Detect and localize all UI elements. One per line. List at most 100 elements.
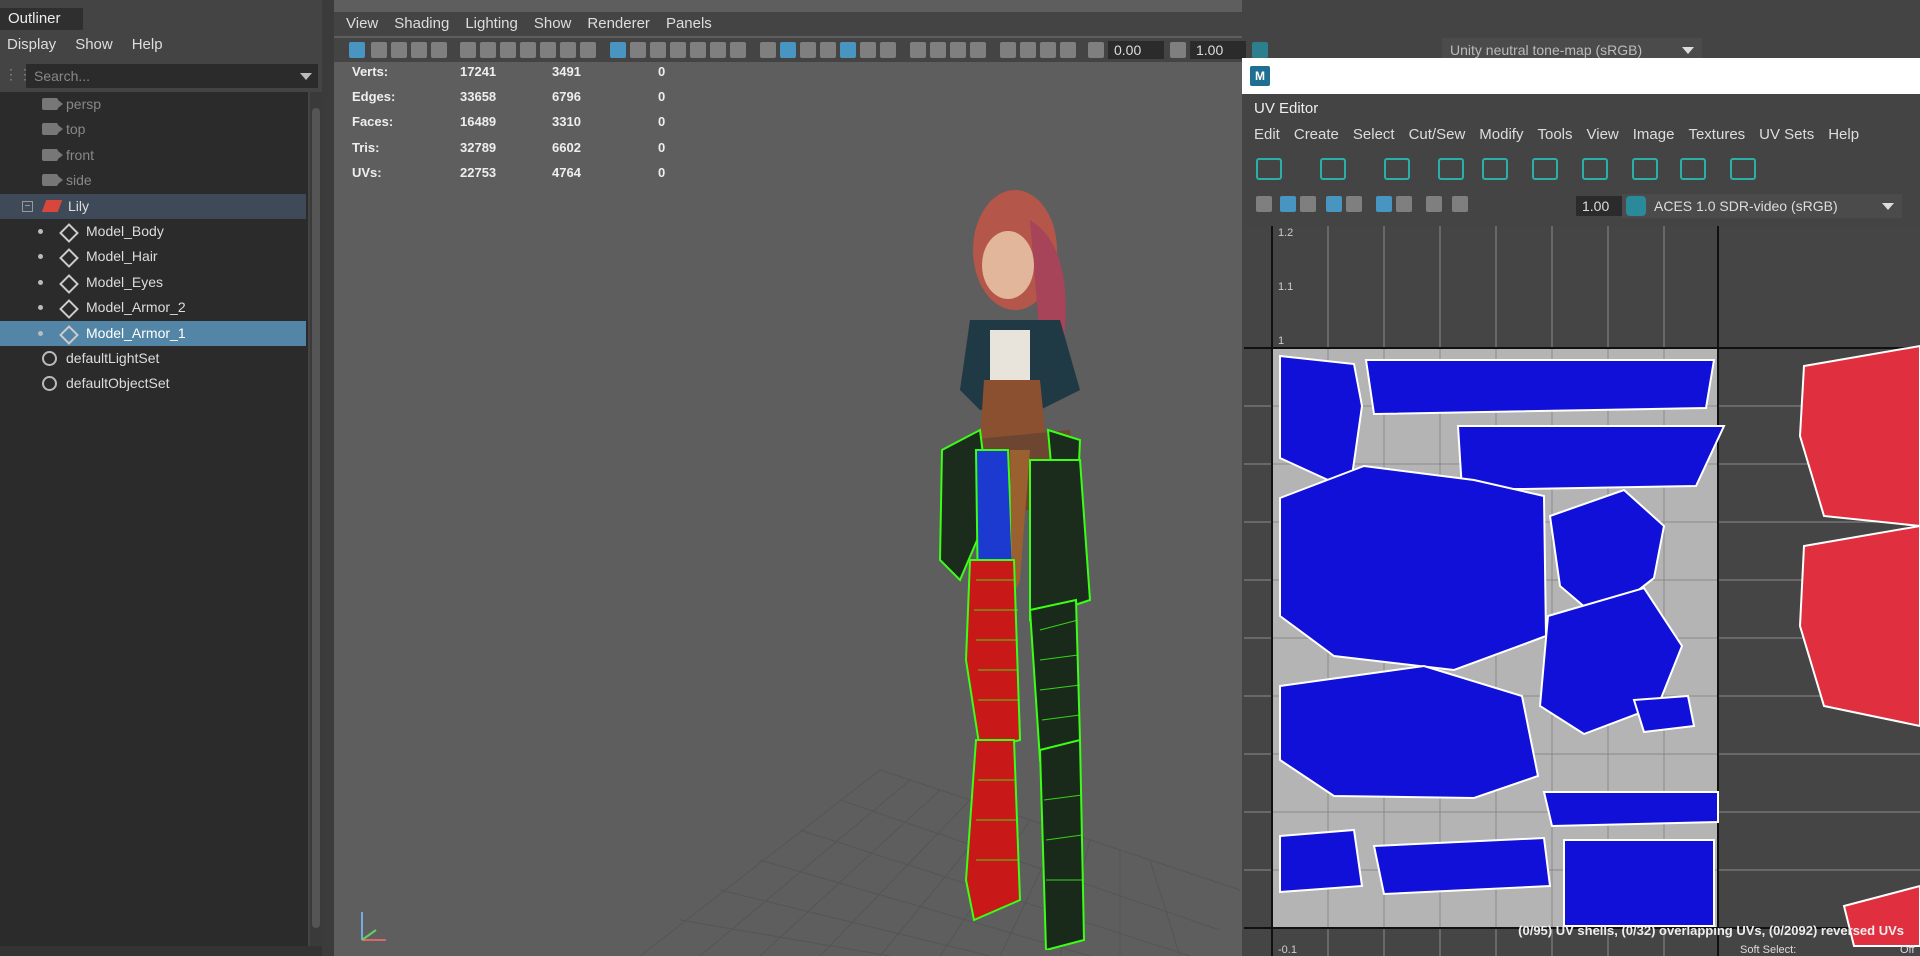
color-management-icon[interactable] [1626,196,1646,216]
uv-shell[interactable] [1279,354,1364,482]
outliner-item-model-armor-2[interactable]: Model_Armor_2 [0,295,306,320]
frame-selection-icon[interactable] [391,42,407,58]
uv-menu-cut-sew[interactable]: Cut/Sew [1409,124,1466,146]
gate-mask-icon[interactable] [670,42,686,58]
gamma-icon[interactable] [1170,42,1186,58]
xray-joints-icon[interactable] [1040,42,1056,58]
outliner-item-defaultlightset[interactable]: defaultLightSet [0,346,306,371]
uv-menu-uv-sets[interactable]: UV Sets [1759,124,1814,146]
uv-menu-view[interactable]: View [1587,124,1619,146]
outliner-tab[interactable]: Outliner [0,8,83,30]
rotate-ccw-icon[interactable] [1438,158,1464,180]
ambient-occlusion-icon[interactable] [910,42,926,58]
uv-menu-create[interactable]: Create [1294,124,1339,146]
outliner-item-model-body[interactable]: Model_Body [0,219,306,244]
menu-shading[interactable]: Shading [394,12,449,36]
layout-icon[interactable] [1532,158,1558,180]
grease-pencil-icon[interactable] [580,42,596,58]
chevron-down-icon[interactable] [300,73,312,80]
outliner-item-model-eyes[interactable]: Model_Eyes [0,270,306,295]
lock-camera-icon[interactable] [480,42,496,58]
film-gate-toggle-icon[interactable] [630,42,646,58]
bookmark-icon[interactable] [411,42,427,58]
uv-shell[interactable] [1372,836,1552,896]
motion-blur-icon[interactable] [930,42,946,58]
uv-editor-titlebar[interactable] [1242,58,1920,94]
uv-menu-tools[interactable]: Tools [1537,124,1572,146]
wireframe-on-shaded-icon[interactable] [820,42,836,58]
image-plane-icon[interactable] [431,42,447,58]
color-management-icon[interactable] [1252,42,1268,58]
xray-icon[interactable] [1020,42,1036,58]
character-model[interactable] [880,180,1180,950]
snap-icon[interactable] [1582,158,1608,180]
image-toggle-icon[interactable] [1346,196,1362,212]
select-camera-icon[interactable] [349,42,365,58]
outliner-menu-show[interactable]: Show [75,34,113,56]
uv-shell[interactable] [1364,359,1716,416]
frame-all-icon[interactable] [371,42,387,58]
outliner-menu-help[interactable]: Help [132,34,163,56]
rotate-cw-icon[interactable] [1482,158,1508,180]
textured-icon[interactable] [840,42,856,58]
field-chart-icon[interactable] [690,42,706,58]
bookmark-flag-icon[interactable] [520,42,536,58]
distribute-icon[interactable] [1730,158,1756,180]
uv-shell[interactable] [1279,828,1364,894]
uv-canvas[interactable]: 1.2 1.1 1 -0.1 [1244,226,1920,956]
cut-uv-icon[interactable] [1384,158,1410,180]
pixel-snap-icon[interactable] [1396,196,1412,212]
exposure-field[interactable]: 0.00 [1108,41,1164,59]
menu-lighting[interactable]: Lighting [465,12,518,36]
outliner-item-front[interactable]: front [0,143,306,168]
checker-icon[interactable] [1280,196,1296,212]
unfold-icon[interactable] [1632,158,1658,180]
camera-attr-icon[interactable] [460,42,476,58]
default-material-icon[interactable] [800,42,816,58]
chevron-down-icon[interactable] [1682,47,1694,54]
uv-shell[interactable] [1456,425,1726,492]
uv-shell[interactable] [1542,791,1719,828]
resolution-gate-icon[interactable] [650,42,666,58]
2d-pan-icon[interactable] [560,42,576,58]
isolate-select-icon[interactable] [1000,42,1016,58]
uv-gamma-icon[interactable] [1452,196,1468,212]
outliner-item-top[interactable]: top [0,117,306,142]
gamma-field[interactable]: 1.00 [1190,41,1246,59]
scrollbar-thumb[interactable] [312,108,320,928]
horizontal-scrollbar[interactable] [0,946,322,956]
safe-title-icon[interactable] [730,42,746,58]
search-input[interactable]: Search... [26,64,318,88]
uv-shell-reversed[interactable] [1798,344,1920,528]
wireframe-icon[interactable] [760,42,776,58]
panel-splitter[interactable] [322,0,334,956]
uv-menu-modify[interactable]: Modify [1479,124,1523,146]
uv-menu-help[interactable]: Help [1828,124,1859,146]
menu-view[interactable]: View [346,12,378,36]
film-gate-icon[interactable] [500,42,516,58]
flip-v-icon[interactable] [1320,158,1346,180]
snapshot-icon[interactable] [1426,196,1442,212]
uv-menu-textures[interactable]: Textures [1688,124,1745,146]
menu-renderer[interactable]: Renderer [587,12,650,36]
flip-u-icon[interactable] [1256,158,1282,180]
distortion-icon[interactable] [1300,196,1316,212]
outliner-scrollbar[interactable] [310,92,322,952]
uv-shell[interactable] [1632,694,1696,734]
smooth-shade-icon[interactable] [780,42,796,58]
outliner-item-model-armor-1[interactable]: Model_Armor_1 [0,320,306,346]
outliner-item-persp[interactable]: persp [0,92,306,117]
filter-icon[interactable]: ⋮⋮ [4,66,32,86]
outliner-item-defaultobjectset[interactable]: defaultObjectSet [0,371,306,396]
outliner-item-lily[interactable]: − Lily [0,193,306,219]
lights-icon[interactable] [860,42,876,58]
chevron-down-icon[interactable] [1882,203,1894,210]
uv-color-space-dropdown[interactable]: ACES 1.0 SDR-video (sRGB) [1622,194,1902,218]
exposure-icon[interactable] [1088,42,1104,58]
uv-grid-icon[interactable] [1376,196,1392,212]
safe-action-icon[interactable] [710,42,726,58]
pan-zoom-icon[interactable] [540,42,556,58]
shadows-icon[interactable] [880,42,896,58]
eye-icon[interactable] [1680,158,1706,180]
collapse-toggle-icon[interactable]: − [22,200,33,212]
